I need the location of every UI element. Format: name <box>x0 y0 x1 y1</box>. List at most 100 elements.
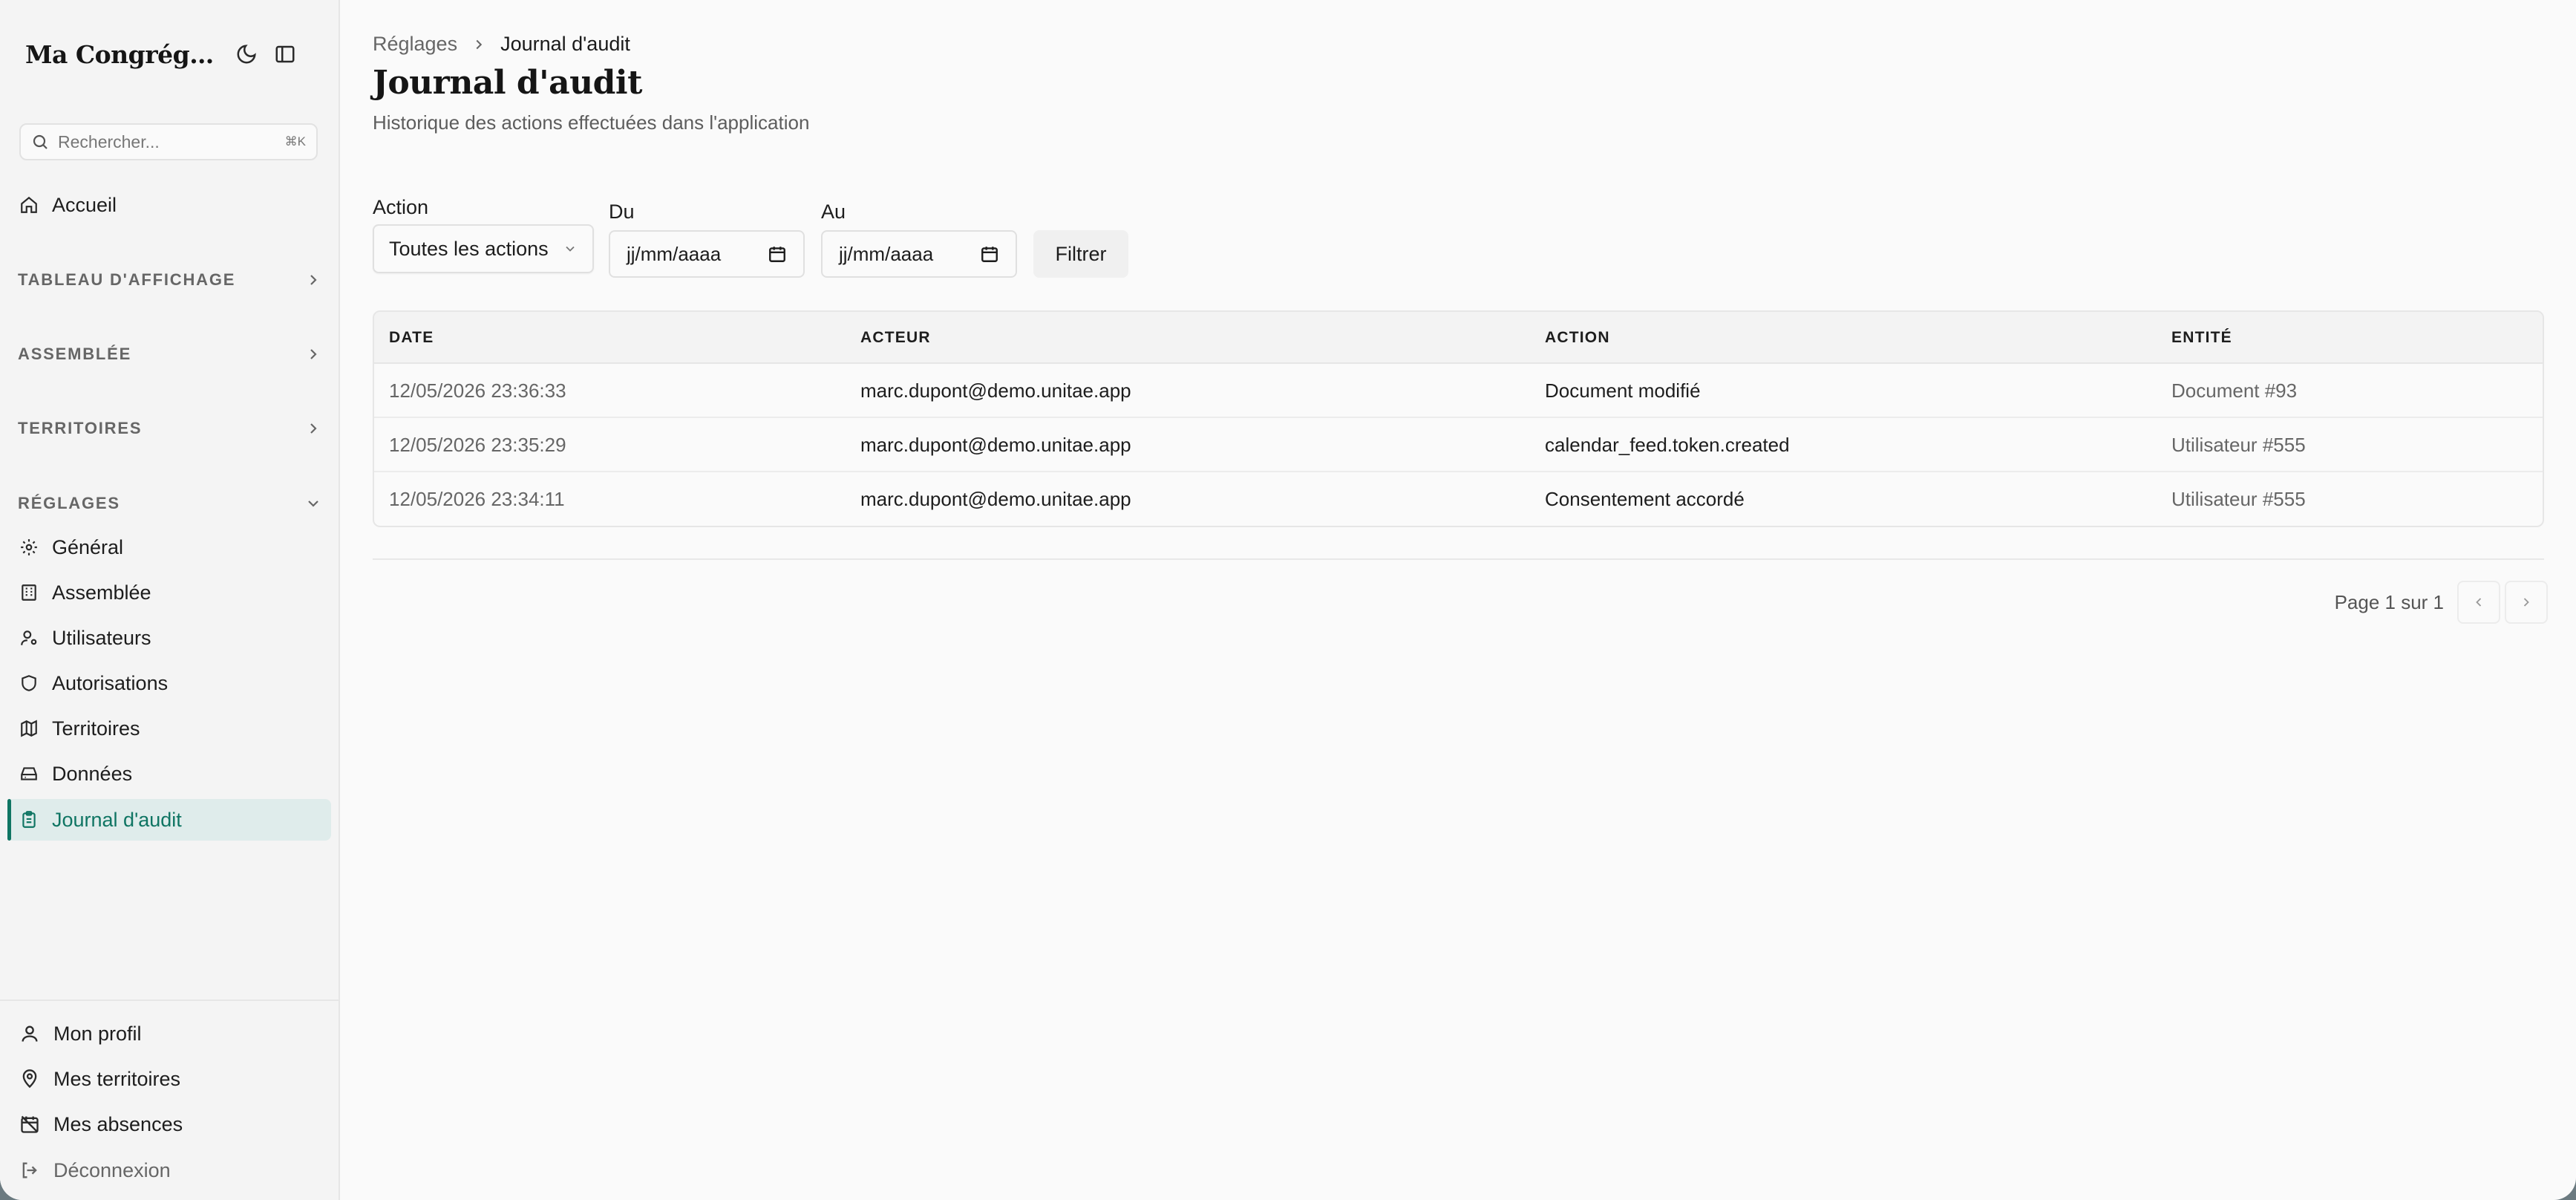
chevron-right-icon <box>2523 598 2529 607</box>
to-date-input[interactable]: jj/mm/aaaa <box>821 230 1017 278</box>
logout-button[interactable]: Déconnexion <box>10 1150 330 1191</box>
column-header-action[interactable]: ACTION <box>1545 312 1610 364</box>
search-placeholder: Rechercher... <box>58 131 160 151</box>
chevron-right-icon <box>310 275 317 285</box>
prev-page-button[interactable] <box>2457 581 2500 624</box>
sidebar-item-label: Mon profil <box>53 1022 142 1045</box>
table-header: DATE ACTEUR ACTION ENTITÉ <box>374 312 2543 364</box>
action-select[interactable]: Toutes les actions <box>373 224 594 273</box>
chevron-down-icon <box>566 246 575 252</box>
from-date-label: Du <box>609 200 635 223</box>
next-page-button[interactable] <box>2505 581 2548 624</box>
breadcrumb-parent[interactable]: Réglages <box>373 33 457 56</box>
chevron-right-icon <box>476 39 483 49</box>
section-territoires[interactable]: TERRITOIRES <box>18 414 322 443</box>
calendar-icon[interactable] <box>980 244 999 264</box>
search-shortcut: ⌘K <box>284 134 306 149</box>
map-pin-icon <box>22 1069 37 1089</box>
main-content: Réglages Journal d'audit Journal d'audit… <box>340 0 2576 1200</box>
to-date-label: Au <box>821 200 846 223</box>
clipboard-icon <box>22 811 36 828</box>
sidebar-item-label: Mes territoires <box>53 1067 181 1090</box>
action-filter-label: Action <box>373 196 429 218</box>
cell-acteur: marc.dupont@demo.unitae.app <box>860 434 1131 456</box>
sidebar-item-label: Mes absences <box>53 1112 183 1135</box>
shield-icon <box>22 675 36 691</box>
pagination-text: Page 1 sur 1 <box>2334 590 2444 613</box>
column-header-entite[interactable]: ENTITÉ <box>2171 312 2232 364</box>
from-date-input[interactable]: jj/mm/aaaa <box>609 230 805 278</box>
cell-action: Document modifié <box>1545 379 1701 402</box>
building-icon <box>22 584 36 601</box>
calendar-off-icon <box>21 1115 39 1133</box>
cell-action: Consentement accordé <box>1545 488 1745 510</box>
table-row[interactable]: 12/05/2026 23:34:11 marc.dupont@demo.uni… <box>374 472 2543 526</box>
cell-entite: Document #93 <box>2171 379 2298 402</box>
column-header-date[interactable]: DATE <box>389 312 434 364</box>
sidebar-item-home[interactable]: Accueil <box>7 184 331 226</box>
sidebar-item-label: Accueil <box>52 193 117 216</box>
brand-row: Ma Congrégation <box>25 36 316 73</box>
section-label: ASSEMBLÉE <box>18 345 132 363</box>
cell-acteur: marc.dupont@demo.unitae.app <box>860 488 1131 510</box>
app-brand[interactable]: Ma Congrégation <box>25 40 218 69</box>
audit-table: DATE ACTEUR ACTION ENTITÉ 12/05/2026 23:… <box>373 310 2544 527</box>
sidebar-item-donnees[interactable]: Données <box>7 753 331 795</box>
section-reglages[interactable]: RÉGLAGES <box>18 489 322 518</box>
table-row[interactable]: 12/05/2026 23:35:29 marc.dupont@demo.uni… <box>374 418 2543 472</box>
sidebar-item-journal-audit[interactable]: Journal d'audit <box>7 799 331 841</box>
active-indicator <box>7 799 11 841</box>
page-title: Journal d'audit <box>373 64 642 102</box>
cell-date: 12/05/2026 23:35:29 <box>389 434 566 456</box>
moon-icon[interactable] <box>230 38 263 71</box>
sidebar-item-territoires[interactable]: Territoires <box>7 708 331 749</box>
sidebar-item-label: Territoires <box>52 717 140 740</box>
cell-entite: Utilisateur #555 <box>2171 434 2306 456</box>
from-date-placeholder: jj/mm/aaaa <box>627 242 722 265</box>
chevron-down-icon <box>308 500 318 507</box>
sidebar-item-label: Utilisateurs <box>52 626 151 649</box>
breadcrumb-current: Journal d'audit <box>500 33 630 55</box>
sidebar-item-label: Général <box>52 535 124 558</box>
search-input[interactable]: Rechercher... ⌘K <box>19 123 318 160</box>
cell-date: 12/05/2026 23:36:33 <box>389 379 566 402</box>
section-label: TERRITOIRES <box>18 419 143 437</box>
sidebar-item-autorisations[interactable]: Autorisations <box>7 662 331 704</box>
column-header-acteur[interactable]: ACTEUR <box>860 312 931 364</box>
app-window: Ma Congrégation Rechercher... ⌘K Accueil… <box>0 0 2576 1200</box>
user-settings-icon <box>21 630 37 645</box>
logout-icon <box>22 1162 37 1178</box>
filter-button[interactable]: Filtrer <box>1033 230 1128 278</box>
section-tableau-affichage[interactable]: TABLEAU D'AFFICHAGE <box>18 265 322 295</box>
cell-date: 12/05/2026 23:34:11 <box>389 488 565 510</box>
drive-icon <box>21 767 37 780</box>
page-subtitle: Historique des actions effectuées dans l… <box>373 111 810 134</box>
sidebar-item-assemblee[interactable]: Assemblée <box>7 572 331 613</box>
table-row[interactable]: 12/05/2026 23:36:33 marc.dupont@demo.uni… <box>374 364 2543 418</box>
pagination: Page 1 sur 1 <box>2335 581 2548 624</box>
divider <box>373 558 2544 560</box>
sidebar-item-mes-absences[interactable]: Mes absences <box>10 1103 330 1145</box>
cell-entite: Utilisateur #555 <box>2171 488 2306 510</box>
section-assemblee[interactable]: ASSEMBLÉE <box>18 339 322 369</box>
sidebar-item-label: Données <box>52 762 133 785</box>
chevron-right-icon <box>310 349 317 359</box>
chevron-right-icon <box>310 423 317 434</box>
chevron-left-icon <box>2476 598 2482 607</box>
map-icon <box>21 720 37 737</box>
calendar-icon[interactable] <box>768 244 787 264</box>
breadcrumb: Réglages Journal d'audit <box>373 33 630 56</box>
sidebar-item-general[interactable]: Général <box>7 526 331 568</box>
sidebar-item-label: Journal d'audit <box>52 808 182 831</box>
sidebar-toggle-icon[interactable] <box>269 38 301 71</box>
home-icon <box>21 196 37 213</box>
sidebar-item-label: Déconnexion <box>53 1158 171 1181</box>
sidebar-item-utilisateurs[interactable]: Utilisateurs <box>7 617 331 659</box>
action-select-value: Toutes les actions <box>389 237 549 260</box>
section-label: TABLEAU D'AFFICHAGE <box>18 270 236 289</box>
sidebar: Ma Congrégation Rechercher... ⌘K Accueil… <box>0 0 340 1200</box>
sidebar-item-label: Autorisations <box>52 671 169 694</box>
sidebar-item-mes-territoires[interactable]: Mes territoires <box>10 1058 330 1100</box>
gear-icon <box>21 539 37 555</box>
sidebar-item-profil[interactable]: Mon profil <box>10 1013 330 1054</box>
